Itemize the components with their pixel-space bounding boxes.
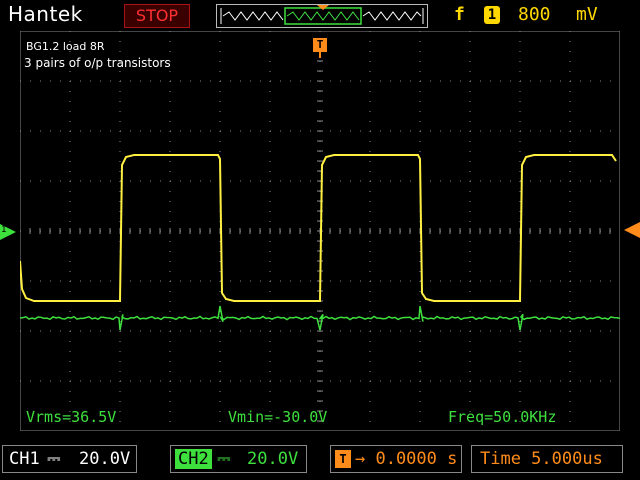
trigger-position-marker-stem xyxy=(319,52,321,58)
trigger-position-marker[interactable]: T xyxy=(313,38,327,52)
ch1-scale-value: 20.0V xyxy=(79,449,131,469)
timebase-box[interactable]: Time 5.000us xyxy=(471,445,623,473)
measurement-vmin: Vmin=-30.0V xyxy=(228,408,328,426)
dc-coupling-icon: ⎓ xyxy=(47,449,61,469)
trigger-status: f 1 800 mV xyxy=(448,4,630,28)
run-stop-button[interactable]: STOP xyxy=(124,4,190,28)
trigger-level-unit: mV xyxy=(576,4,598,25)
rising-edge-icon: f xyxy=(454,4,465,25)
measurement-freq: Freq=50.0KHz xyxy=(448,408,557,426)
trigger-position-value: → 0.0000 s xyxy=(355,449,458,469)
brand-logo: Hantek xyxy=(8,2,83,26)
ch1-label: CH1 xyxy=(9,449,40,469)
timebase-overview-waveform xyxy=(220,5,424,25)
trigger-position-box[interactable]: T → 0.0000 s xyxy=(330,445,462,473)
timebase-overview xyxy=(216,4,428,28)
trigger-source-badge: 1 xyxy=(484,6,500,24)
screen-note-line1: BG1.2 load 8R xyxy=(26,40,105,53)
dc-coupling-icon: ⎓ xyxy=(217,449,231,469)
ch2-trace xyxy=(20,305,620,331)
waveform-display xyxy=(20,154,620,331)
timebase-value: Time 5.000us xyxy=(480,449,603,469)
ch1-scale-box[interactable]: CH1 ⎓ 20.0V xyxy=(2,445,137,473)
ch1-trace xyxy=(20,154,617,302)
trigger-icon: T xyxy=(335,450,351,468)
ch2-scale-box[interactable]: CH2 ⎓ 20.0V xyxy=(170,445,307,473)
trigger-level-marker[interactable] xyxy=(624,222,640,238)
ch2-scale-value: 20.0V xyxy=(247,449,299,469)
ch2-label: CH2 xyxy=(175,449,212,469)
scope-screen xyxy=(20,31,620,431)
ch1-ground-marker-label: 1 xyxy=(1,225,7,235)
measurement-vrms: Vrms=36.5V xyxy=(26,408,117,426)
screen-note-line2: 3 pairs of o/p transistors xyxy=(24,56,171,70)
trigger-level-value: 800 xyxy=(518,4,551,25)
